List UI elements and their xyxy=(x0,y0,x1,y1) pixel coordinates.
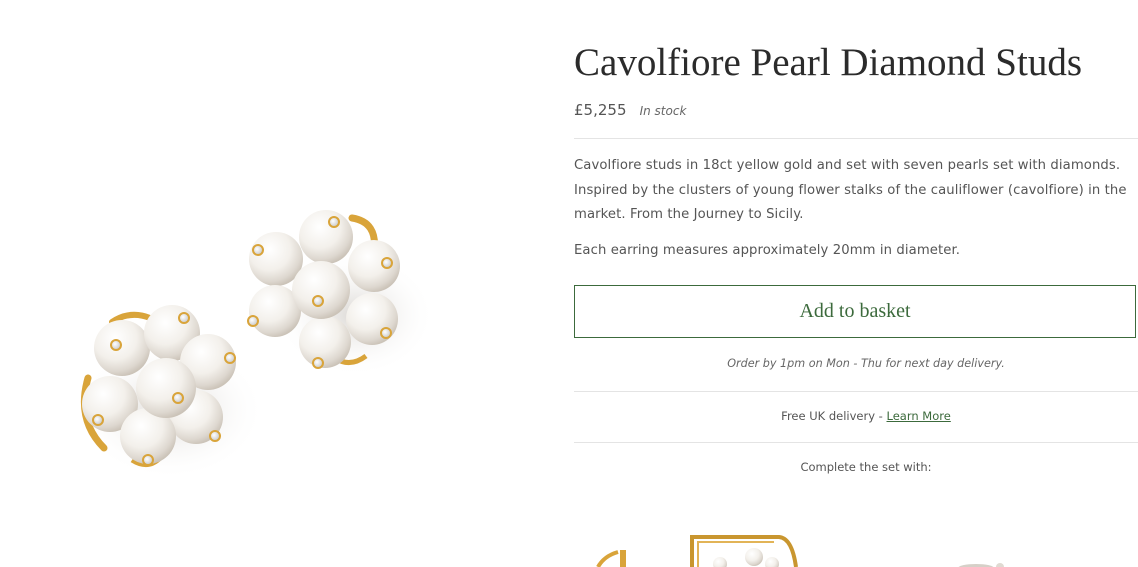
delivery-order-note: Order by 1pm on Mon - Thu for next day d… xyxy=(727,357,1005,370)
product-measurement: Each earring measures approximately 20mm… xyxy=(574,243,961,258)
add-to-basket-button[interactable]: Add to basket xyxy=(574,285,1136,338)
divider xyxy=(574,138,1138,139)
related-products xyxy=(574,520,1138,567)
product-image[interactable] xyxy=(0,0,560,567)
earrings-illustration xyxy=(75,210,435,480)
related-product-2[interactable] xyxy=(690,535,798,567)
earring-back xyxy=(247,210,435,377)
related-product-images xyxy=(596,535,1004,567)
related-product-1[interactable] xyxy=(596,550,626,567)
free-delivery-row: Free UK delivery - Learn More xyxy=(574,409,1138,423)
free-delivery-text: Free UK delivery - xyxy=(781,409,887,423)
complete-the-set-heading: Complete the set with: xyxy=(800,460,932,474)
product-price: £5,255 xyxy=(574,101,627,119)
divider xyxy=(574,391,1138,392)
learn-more-link[interactable]: Learn More xyxy=(887,409,951,423)
related-product-3[interactable] xyxy=(958,563,1004,567)
product-description: Cavolfiore studs in 18ct yellow gold and… xyxy=(574,158,1127,222)
earring-front xyxy=(75,305,265,480)
stock-status: In stock xyxy=(639,104,687,118)
price-row: £5,255 In stock xyxy=(574,100,686,119)
divider xyxy=(574,442,1138,443)
product-title: Cavolfiore Pearl Diamond Studs xyxy=(574,41,1083,84)
